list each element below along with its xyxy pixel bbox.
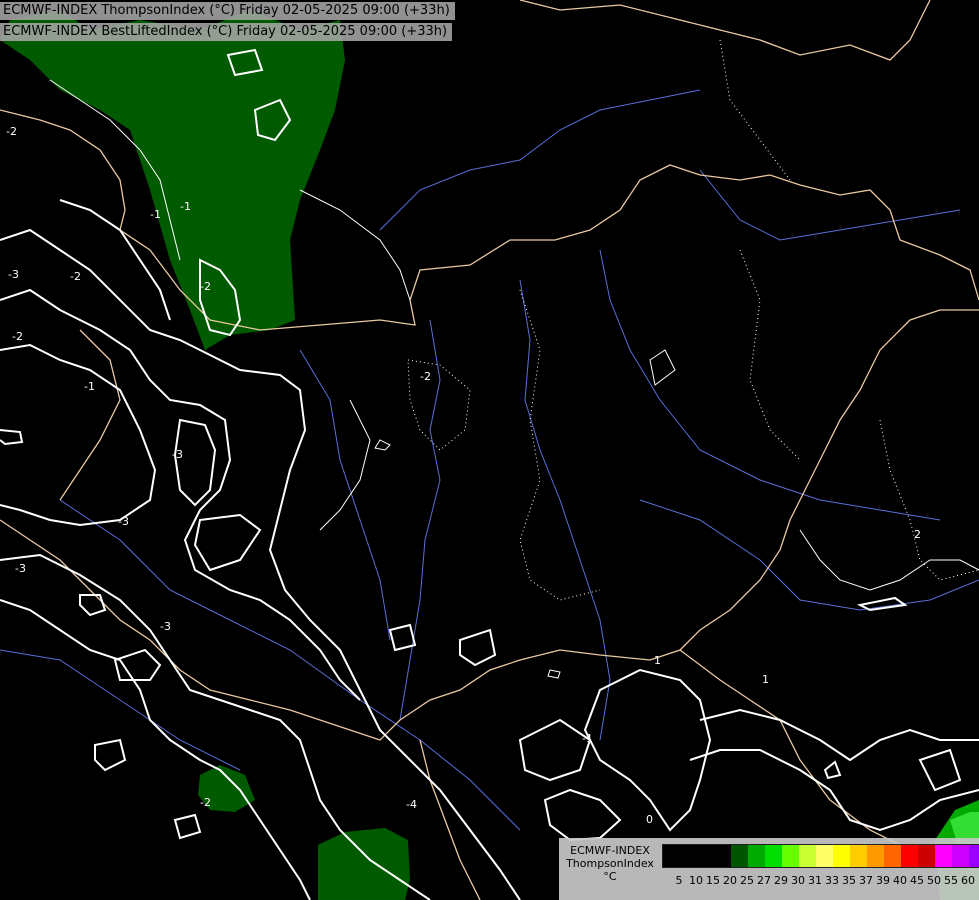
legend-swatch: [782, 845, 799, 867]
contour-label: -3: [172, 448, 183, 461]
contour-label: 2: [914, 528, 921, 541]
contour-label: -2: [200, 280, 211, 293]
legend-tick-label: 55: [944, 874, 958, 887]
contour-label: -2: [420, 370, 431, 383]
legend-swatch: [901, 845, 918, 867]
legend-tick-label: 15: [706, 874, 720, 887]
contour-label: -4: [406, 798, 417, 811]
legend-parameter: ThompsonIndex: [566, 857, 654, 870]
contour-label: -3: [118, 515, 129, 528]
legend-swatch: [799, 845, 816, 867]
contour-label: -3: [15, 562, 26, 575]
legend-swatch: [731, 845, 748, 867]
contour-label: -1: [84, 380, 95, 393]
legend-model: ECMWF-INDEX: [570, 844, 650, 857]
legend-swatch: [748, 845, 765, 867]
contour-label: -1: [150, 208, 161, 221]
legend-swatch: [663, 845, 680, 867]
contour-label: -1: [582, 732, 593, 745]
contour-label: 1: [654, 654, 661, 667]
legend-tick-label: 10: [689, 874, 703, 887]
legend-swatch: [867, 845, 884, 867]
legend-title: ECMWF-INDEX ThompsonIndex °C: [562, 844, 658, 883]
weather-map: -2 -2 -3 -2 -2 -1 -3 -3 -3 -3 -2 -4 -2 -…: [0, 0, 979, 900]
legend-swatch: [697, 845, 714, 867]
legend-tick-label: 60: [961, 874, 975, 887]
contour-label: -2: [200, 796, 211, 809]
contour-label: 0: [646, 813, 653, 826]
header-thompson-index: ECMWF-INDEX ThompsonIndex (°C) Friday 02…: [0, 2, 455, 20]
legend-swatch: [935, 845, 952, 867]
legend-swatches: [662, 844, 979, 868]
legend-tick-label: 25: [740, 874, 754, 887]
legend-tick-label: 40: [893, 874, 907, 887]
legend-swatch: [833, 845, 850, 867]
contour-label: -3: [160, 620, 171, 633]
contour-label: -2: [6, 125, 17, 138]
legend-tick-label: 37: [859, 874, 873, 887]
legend-swatch: [680, 845, 697, 867]
legend-swatch: [714, 845, 731, 867]
legend-ticks: 5 10 15 20 25 27 29 30 31 33 35 37 39 40 45 50 55 60: [662, 874, 979, 888]
legend-tick-label: 45: [910, 874, 924, 887]
contour-label: -2: [12, 330, 23, 343]
contour-label: -3: [8, 268, 19, 281]
color-legend: ECMWF-INDEX ThompsonIndex °C 5 10 15 20 25 27…: [559, 838, 979, 900]
legend-tick-label: 20: [723, 874, 737, 887]
header-best-lifted-index: ECMWF-INDEX BestLiftedIndex (°C) Friday …: [0, 23, 453, 41]
legend-unit: °C: [603, 870, 617, 883]
legend-swatch: [816, 845, 833, 867]
contour-label: 1: [762, 673, 769, 686]
legend-tick-label: 30: [791, 874, 805, 887]
legend-tick-label: 31: [808, 874, 822, 887]
legend-tick-label: 29: [774, 874, 788, 887]
contour-label: -1: [180, 200, 191, 213]
legend-tick-label: 27: [757, 874, 771, 887]
legend-swatch: [969, 845, 979, 867]
legend-swatch: [765, 845, 782, 867]
legend-swatch: [952, 845, 969, 867]
legend-tick-label: 35: [842, 874, 856, 887]
legend-swatch: [850, 845, 867, 867]
legend-tick-label: 39: [876, 874, 890, 887]
legend-swatch: [918, 845, 935, 867]
contour-label: -2: [70, 270, 81, 283]
legend-tick-label: 5: [675, 874, 683, 887]
legend-tick-label: 33: [825, 874, 839, 887]
legend-tick-label: 50: [927, 874, 941, 887]
legend-swatch: [884, 845, 901, 867]
